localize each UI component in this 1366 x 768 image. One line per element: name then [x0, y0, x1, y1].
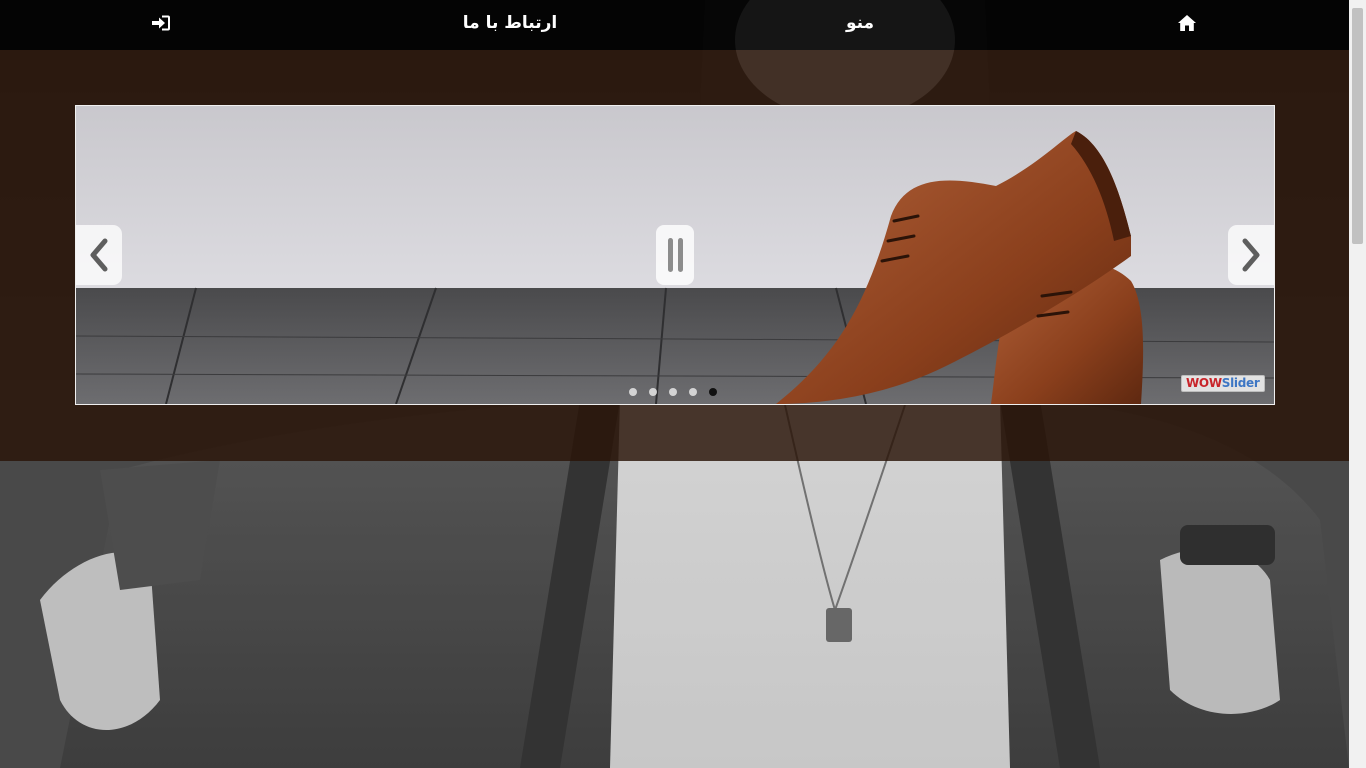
badge-slider-text: Slider [1221, 376, 1260, 390]
slider-bullet-4[interactable] [689, 388, 697, 396]
slider-bullets [629, 388, 717, 396]
sign-in-icon [152, 15, 170, 31]
scrollbar-thumb[interactable] [1352, 8, 1363, 244]
chevron-right-icon [1242, 238, 1260, 272]
badge-wow-text: WOW [1186, 376, 1222, 390]
home-link[interactable] [1170, 0, 1204, 46]
slider-bullet-3[interactable] [669, 388, 677, 396]
image-slider[interactable]: WOWSlider [75, 105, 1275, 405]
contact-us-label: ارتباط با ما [462, 13, 558, 33]
wowslider-badge[interactable]: WOWSlider [1181, 375, 1265, 392]
top-navbar: منو ارتباط با ما [0, 0, 1349, 50]
pause-icon [667, 238, 673, 272]
menu-label: منو [845, 13, 875, 33]
page-scrollbar[interactable] [1349, 0, 1366, 768]
chevron-left-icon [90, 238, 108, 272]
menu-link[interactable]: منو [830, 0, 890, 46]
home-icon [1178, 15, 1196, 31]
slider-bullet-5[interactable] [709, 388, 717, 396]
slider-bullet-2[interactable] [649, 388, 657, 396]
slider-next-button[interactable] [1228, 225, 1274, 285]
contact-us-link[interactable]: ارتباط با ما [460, 0, 560, 46]
slider-bullet-1[interactable] [629, 388, 637, 396]
login-link[interactable] [144, 0, 178, 46]
slider-pause-button[interactable] [656, 225, 694, 285]
pause-icon-bar [677, 238, 683, 272]
slider-prev-button[interactable] [76, 225, 122, 285]
content-overlay [0, 461, 1349, 768]
